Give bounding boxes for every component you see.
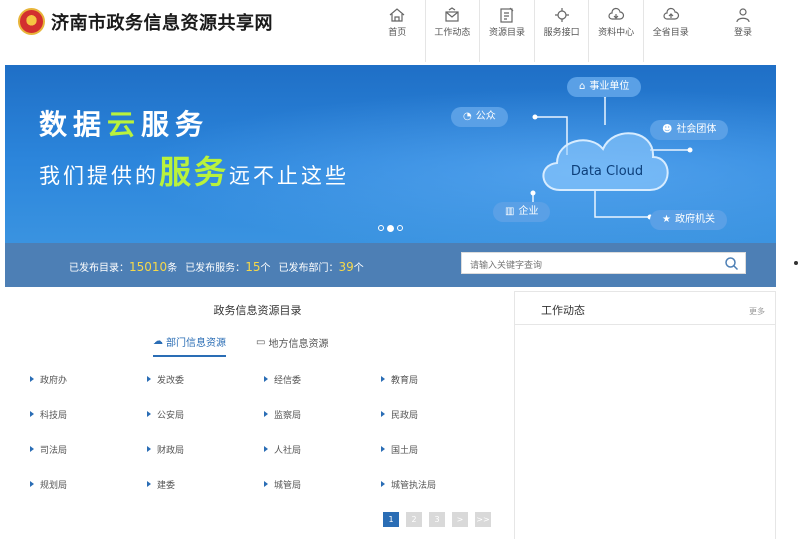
catalog-item[interactable]: 建委	[147, 477, 264, 491]
main-nav: 首页 工作动态 资源目录 服务接口 资料中心 全省目录	[370, 0, 698, 65]
pill-government[interactable]: ★ 政府机关	[650, 210, 727, 230]
login-label: 登录	[733, 28, 752, 38]
banner-slogan-secondary: 我们提供的服务远不止这些	[39, 153, 350, 191]
catalog-grid: 政府办 发改委 经信委 教育局 科技局 公安局 监察局 民政局 司法局 财政局 …	[30, 372, 500, 491]
last-page-button[interactable]: >>	[475, 512, 491, 527]
catalog-item[interactable]: 监察局	[264, 407, 381, 421]
nav-label: 全省目录	[652, 28, 689, 38]
nav-label: 服务接口	[543, 28, 580, 38]
nav-item-news[interactable]: 工作动态	[424, 0, 480, 62]
rss-icon: ◔	[463, 111, 472, 122]
interface-icon	[554, 8, 569, 22]
work-news-panel: 工作动态 更多	[514, 291, 776, 539]
catalog-item[interactable]: 教育局	[381, 372, 498, 386]
search-icon[interactable]	[724, 256, 739, 271]
side-bullet	[794, 261, 798, 265]
tab-department-resources[interactable]: ☁ 部门信息资源	[153, 334, 226, 357]
page-button[interactable]: 2	[406, 512, 422, 527]
next-page-button[interactable]: >	[452, 512, 468, 527]
cloud-download-icon	[608, 7, 625, 20]
catalog-item[interactable]: 发改委	[147, 372, 264, 386]
home-icon	[389, 8, 405, 22]
catalog-item[interactable]: 财政局	[147, 442, 264, 456]
stats-summary: 已发布目录：15010条 已发布服务：15个 已发布部门：39个	[69, 259, 364, 274]
nav-item-resources[interactable]: 资料中心	[588, 0, 643, 62]
catalog-item[interactable]: 科技局	[30, 407, 147, 421]
monitor-icon: ▭	[256, 337, 266, 348]
page-button[interactable]: 3	[429, 512, 445, 527]
pill-institution[interactable]: ⌂ 事业单位	[567, 77, 642, 97]
national-emblem-icon	[18, 8, 45, 35]
nav-item-catalog[interactable]: 资源目录	[479, 0, 534, 62]
catalog-item[interactable]: 公安局	[147, 407, 264, 421]
tab-local-resources[interactable]: ▭ 地方信息资源	[256, 334, 328, 357]
cloud-icon: ☁	[153, 336, 163, 347]
pill-public[interactable]: ◔ 公众	[451, 107, 508, 127]
catalog-item[interactable]: 经信委	[264, 372, 381, 386]
catalog-item[interactable]: 规划局	[30, 477, 147, 491]
search-input[interactable]	[462, 256, 712, 276]
divider	[515, 324, 775, 325]
nav-label: 工作动态	[434, 28, 471, 38]
pill-enterprise[interactable]: ▥ 企业	[493, 202, 551, 222]
carousel-dot-active[interactable]	[387, 225, 394, 232]
header: 济南市政务信息资源共享网 首页 工作动态 资源目录 服务接口 资料中心 全省目录…	[0, 0, 799, 65]
stats-bar: 已发布目录：15010条 已发布服务：15个 已发布部门：39个	[5, 243, 776, 287]
news-icon	[445, 7, 459, 22]
group-icon: ☻	[662, 124, 673, 135]
news-title: 工作动态	[541, 304, 585, 317]
catalog-item[interactable]: 政府办	[30, 372, 147, 386]
site-title: 济南市政务信息资源共享网	[51, 12, 273, 34]
pill-social[interactable]: ☻ 社会团体	[650, 120, 729, 140]
catalog-tabs: ☁ 部门信息资源 ▭ 地方信息资源	[153, 334, 328, 357]
stat-dept: 已发布部门：39个	[278, 260, 364, 274]
nav-label: 资源目录	[488, 28, 525, 38]
nav-label: 资料中心	[598, 28, 635, 38]
hero-banner[interactable]: 数据云服务 我们提供的服务远不止这些 Data Cloud ◔ 公众 ⌂ 事业单…	[5, 65, 776, 243]
catalog-icon	[500, 7, 514, 23]
stat-service: 已发布服务：15个	[185, 260, 271, 274]
catalog-item[interactable]: 城管执法局	[381, 477, 498, 491]
catalog-item[interactable]: 司法局	[30, 442, 147, 456]
user-icon	[736, 8, 750, 23]
carousel-dots	[378, 225, 403, 232]
search-box	[461, 252, 746, 276]
nav-item-province-catalog[interactable]: 全省目录	[642, 0, 698, 62]
banner-slogan-primary: 数据云服务	[39, 108, 210, 141]
stat-catalog: 已发布目录：15010条	[69, 260, 178, 274]
data-cloud-label: Data Cloud	[571, 164, 643, 179]
carousel-dot[interactable]	[397, 225, 403, 231]
page-button-current[interactable]: 1	[383, 512, 399, 527]
page: 济南市政务信息资源共享网 首页 工作动态 资源目录 服务接口 资料中心 全省目录…	[0, 0, 799, 539]
catalog-item[interactable]: 国土局	[381, 442, 498, 456]
pagination: 1 2 3 > >>	[383, 512, 491, 527]
catalog-item[interactable]: 城管局	[264, 477, 381, 491]
catalog-title: 政务信息资源目录	[213, 304, 302, 317]
resource-catalog-panel: 政务信息资源目录 ☁ 部门信息资源 ▭ 地方信息资源 政府办 发改委 经信委 教育局…	[5, 292, 510, 539]
login-button[interactable]: 登录	[718, 6, 768, 39]
chart-icon: ▥	[505, 206, 515, 217]
star-icon: ★	[662, 214, 671, 225]
site-logo[interactable]: 济南市政务信息资源共享网	[18, 8, 273, 35]
nav-label: 首页	[388, 28, 407, 38]
nav-item-home[interactable]: 首页	[370, 0, 425, 62]
cloud-upload-icon	[663, 7, 679, 20]
news-more-link[interactable]: 更多	[749, 306, 765, 317]
catalog-item[interactable]: 人社局	[264, 442, 381, 456]
catalog-item[interactable]: 民政局	[381, 407, 498, 421]
nav-item-interface[interactable]: 服务接口	[533, 0, 589, 62]
building-icon: ⌂	[579, 81, 586, 92]
carousel-dot[interactable]	[378, 225, 384, 231]
